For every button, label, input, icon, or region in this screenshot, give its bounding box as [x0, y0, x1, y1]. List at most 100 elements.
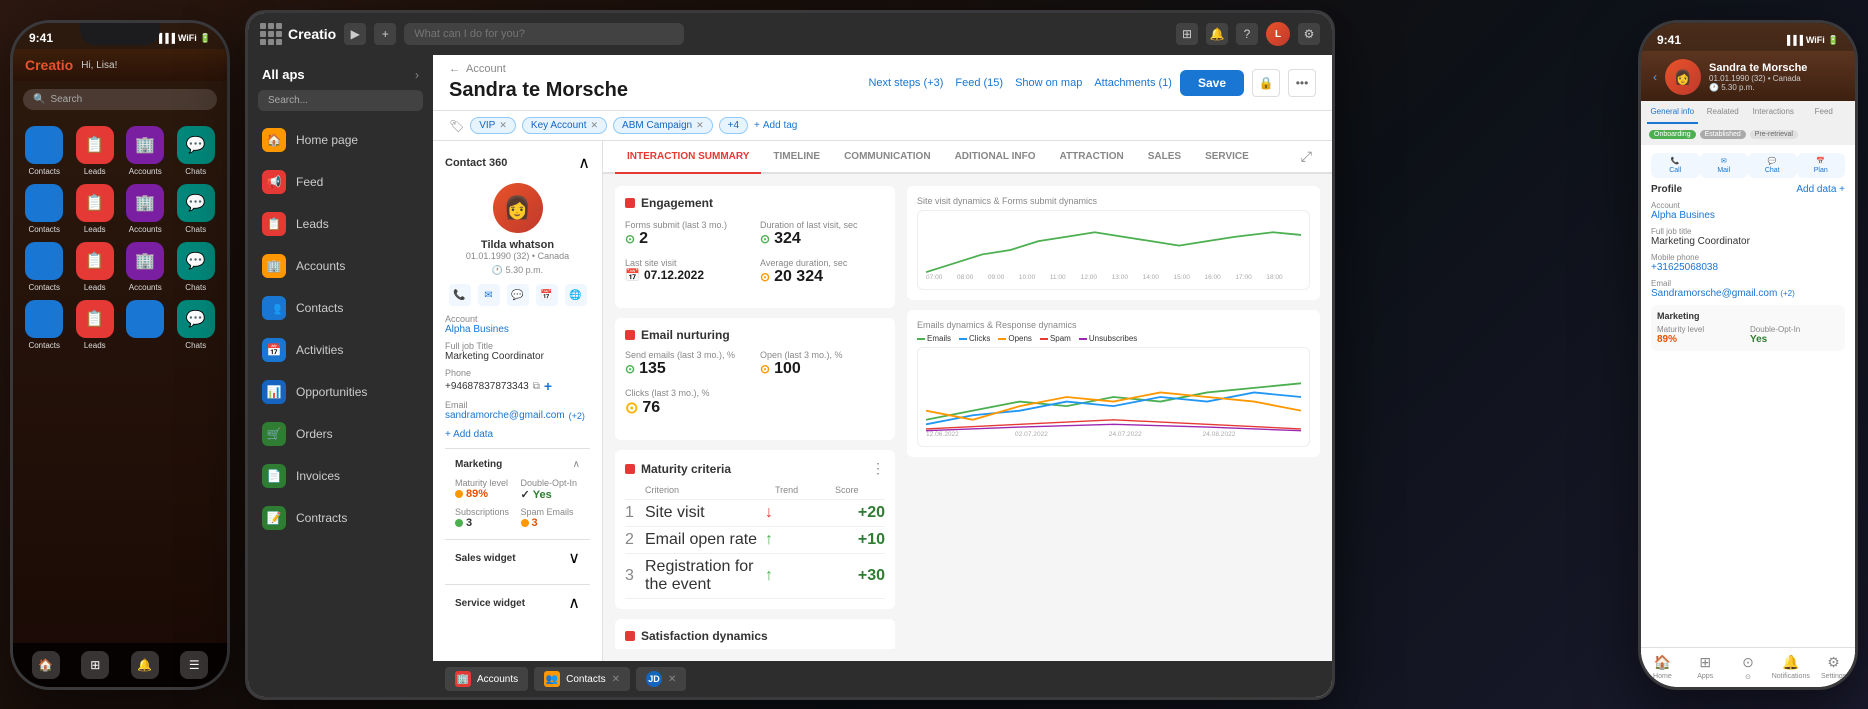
- back-arrow-icon[interactable]: ‹: [1653, 70, 1657, 84]
- sidebar-item-invoices[interactable]: 📄 Invoices: [248, 455, 433, 497]
- add-phone-icon[interactable]: +: [544, 378, 552, 394]
- list-item[interactable]: 👤 Contacts: [23, 300, 66, 350]
- network-button[interactable]: 🌐: [565, 284, 587, 306]
- sidebar-item-accounts[interactable]: 🏢 Accounts: [248, 245, 433, 287]
- list-item[interactable]: 👤: [124, 300, 167, 350]
- play-icon[interactable]: ▶: [344, 23, 366, 45]
- call-button[interactable]: 📞: [449, 284, 471, 306]
- show-on-map-link[interactable]: Show on map: [1015, 77, 1082, 89]
- more-icon[interactable]: ⋮: [871, 460, 885, 477]
- collapse-icon[interactable]: ∧: [568, 593, 580, 613]
- add-data-button[interactable]: + Add data: [445, 429, 590, 440]
- taskbar-user[interactable]: JD ✕: [636, 667, 686, 691]
- rp-call-button[interactable]: 📞 Call: [1651, 153, 1700, 178]
- list-item[interactable]: 📋 Leads: [74, 242, 117, 292]
- phone-search[interactable]: 🔍 Search: [23, 89, 217, 110]
- feed-link[interactable]: Feed (15): [955, 77, 1003, 89]
- sidebar-search[interactable]: Search...: [258, 90, 423, 111]
- close-icon[interactable]: ✕: [668, 674, 676, 685]
- apps-grid-icon[interactable]: ⊞: [1176, 23, 1198, 45]
- next-steps-link[interactable]: Next steps (+3): [868, 77, 943, 89]
- sidebar-item-opportunities[interactable]: 📊 Opportunities: [248, 371, 433, 413]
- more-options-icon[interactable]: •••: [1288, 69, 1316, 97]
- email-extra[interactable]: (+2): [569, 411, 585, 421]
- rp-nav-apps[interactable]: ⊞ Apps: [1684, 652, 1727, 683]
- list-item[interactable]: 💬 Chats: [175, 242, 218, 292]
- sidebar-item-feed[interactable]: 📢 Feed: [248, 161, 433, 203]
- lock-icon[interactable]: 🔒: [1252, 69, 1280, 97]
- list-item[interactable]: 📋 Leads: [74, 126, 117, 176]
- tab-sales[interactable]: SALES: [1136, 141, 1193, 174]
- close-icon[interactable]: ✕: [612, 674, 620, 685]
- tab-interaction-summary[interactable]: INTERACTION SUMMARY: [615, 141, 761, 174]
- bell-icon[interactable]: 🔔: [131, 651, 159, 679]
- rp-nav-notifications[interactable]: 🔔 Notifications: [1769, 652, 1812, 683]
- plus-icon[interactable]: +: [374, 23, 396, 45]
- list-item[interactable]: 🏢 Accounts: [124, 184, 167, 234]
- tab-related[interactable]: Realated: [1698, 101, 1749, 124]
- bell-icon[interactable]: 🔔: [1206, 23, 1228, 45]
- tag-remove-icon[interactable]: ✕: [499, 120, 507, 131]
- list-item[interactable]: 👤 Contacts: [23, 126, 66, 176]
- menu-icon[interactable]: ☰: [180, 651, 208, 679]
- tab-service[interactable]: SERVICE: [1193, 141, 1261, 174]
- chat-button[interactable]: 💬: [507, 284, 529, 306]
- copy-icon[interactable]: ⧉: [533, 381, 540, 392]
- list-item[interactable]: 💬 Chats: [175, 126, 218, 176]
- rp-plan-button[interactable]: 📅 Plan: [1797, 153, 1846, 178]
- collapse-icon[interactable]: ∨: [568, 548, 580, 568]
- save-button[interactable]: Save: [1180, 70, 1244, 96]
- tab-communication[interactable]: COMMUNICATION: [832, 141, 942, 174]
- sidebar-item-orders[interactable]: 🛒 Orders: [248, 413, 433, 455]
- search-input[interactable]: [404, 23, 684, 45]
- list-item[interactable]: 👤 Contacts: [23, 242, 66, 292]
- tag-key-account[interactable]: Key Account ✕: [522, 117, 607, 134]
- add-tag-button[interactable]: + Add tag: [754, 120, 797, 131]
- tab-attraction[interactable]: ATTRACTION: [1048, 141, 1136, 174]
- tab-additional-info[interactable]: ADITIONAL INFO: [943, 141, 1048, 174]
- sidebar-item-leads[interactable]: 📋 Leads: [248, 203, 433, 245]
- plan-button[interactable]: 📅: [536, 284, 558, 306]
- list-item[interactable]: 💬 Chats: [175, 300, 218, 350]
- sidebar-item-homepage[interactable]: 🏠 Home page: [248, 119, 433, 161]
- tab-timeline[interactable]: TIMELINE: [761, 141, 832, 174]
- tab-general-info[interactable]: General info: [1647, 101, 1698, 124]
- email-value[interactable]: sandramorche@gmail.com: [445, 410, 565, 421]
- settings-icon[interactable]: ⚙: [1298, 23, 1320, 45]
- avatar[interactable]: L: [1266, 22, 1290, 46]
- list-item[interactable]: 💬 Chats: [175, 184, 218, 234]
- attachments-link[interactable]: Attachments (1): [1094, 77, 1172, 89]
- tab-feed[interactable]: Feed: [1799, 101, 1850, 124]
- rp-nav-home[interactable]: 🏠 Home: [1641, 652, 1684, 683]
- tag-remove-icon[interactable]: ✕: [696, 120, 704, 131]
- taskbar-accounts[interactable]: 🏢 Accounts: [445, 667, 528, 691]
- list-item[interactable]: 👤 Contacts: [23, 184, 66, 234]
- tag-more[interactable]: +4: [719, 117, 748, 134]
- rp-chat-button[interactable]: 💬 Chat: [1748, 153, 1797, 178]
- expand-icon[interactable]: ⤢: [1293, 148, 1320, 165]
- tag-remove-icon[interactable]: ✕: [591, 120, 599, 131]
- rp-nav-center[interactable]: ⊙ ⊙: [1727, 652, 1770, 683]
- add-data-button[interactable]: Add data +: [1796, 184, 1845, 195]
- account-value[interactable]: Alpha Busines: [445, 324, 590, 335]
- sidebar-item-activities[interactable]: 📅 Activities: [248, 329, 433, 371]
- rp-nav-settings[interactable]: ⚙ Settings: [1812, 652, 1855, 683]
- sidebar-item-contacts[interactable]: 👥 Contacts: [248, 287, 433, 329]
- list-item[interactable]: 📋 Leads: [74, 184, 117, 234]
- help-icon[interactable]: ?: [1236, 23, 1258, 45]
- tab-interactions[interactable]: Interactions: [1748, 101, 1799, 124]
- sidebar-item-contracts[interactable]: 📝 Contracts: [248, 497, 433, 539]
- marketing-collapse-icon[interactable]: ∧: [573, 459, 580, 470]
- rp-phone-value[interactable]: +31625068038: [1651, 262, 1845, 273]
- list-item[interactable]: 🏢 Accounts: [124, 126, 167, 176]
- rp-account-value[interactable]: Alpha Busines: [1651, 210, 1845, 221]
- list-item[interactable]: 🏢 Accounts: [124, 242, 167, 292]
- tag-vip[interactable]: VIP ✕: [470, 117, 516, 134]
- mail-button[interactable]: ✉: [478, 284, 500, 306]
- apps-icon[interactable]: ⊞: [81, 651, 109, 679]
- rp-email-value[interactable]: Sandramorsche@gmail.com: [1651, 288, 1777, 299]
- collapse-icon[interactable]: ∧: [578, 153, 590, 173]
- tag-abm-campaign[interactable]: ABM Campaign ✕: [613, 117, 713, 134]
- home-icon[interactable]: 🏠: [32, 651, 60, 679]
- taskbar-contacts[interactable]: 👥 Contacts ✕: [534, 667, 630, 691]
